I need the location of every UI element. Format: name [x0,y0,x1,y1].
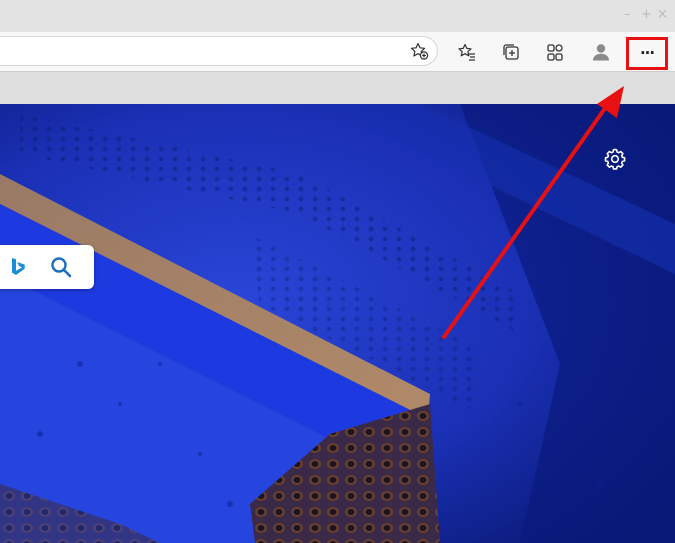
address-bar[interactable] [0,36,438,66]
background-image [0,104,675,543]
profile-button[interactable] [587,38,615,66]
star-plus-icon [410,42,429,60]
collections-button[interactable] [497,38,525,66]
bing-logo-icon [12,258,25,275]
extensions-button[interactable] [541,38,569,66]
favorites-bar [0,71,675,104]
new-tab-page [0,104,675,543]
extensions-icon [547,44,563,61]
gear-icon [604,148,626,170]
favorites-list-icon [458,43,475,61]
favorites-button[interactable] [453,38,481,66]
collections-icon [503,44,519,60]
minimize-button[interactable]: – [624,8,631,22]
highlight-box [626,37,668,70]
search-icon[interactable] [50,256,72,278]
close-button[interactable]: × [657,8,668,22]
maximize-button[interactable]: + [641,8,652,22]
add-favorite-button[interactable] [405,37,433,65]
profile-icon [593,44,609,61]
page-settings-button[interactable] [603,147,627,171]
title-bar: – + × [0,0,675,32]
web-search-box[interactable] [0,245,94,289]
